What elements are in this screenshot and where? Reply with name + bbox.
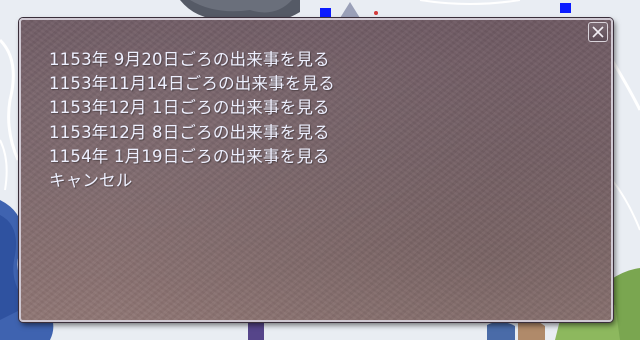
event-option-list: 1153年 9月20日ごろの出来事を見る 1153年11月14日ごろの出来事を見… — [49, 48, 335, 193]
event-option-1153-09-20[interactable]: 1153年 9月20日ごろの出来事を見る — [49, 48, 335, 72]
event-option-1153-12-01[interactable]: 1153年12月 1日ごろの出来事を見る — [49, 96, 335, 120]
close-icon — [592, 26, 604, 38]
event-option-1154-01-19[interactable]: 1154年 1月19日ごろの出来事を見る — [49, 145, 335, 169]
event-option-1153-12-08[interactable]: 1153年12月 8日ごろの出来事を見る — [49, 121, 335, 145]
close-button[interactable] — [588, 22, 608, 42]
event-option-1153-11-14[interactable]: 1153年11月14日ごろの出来事を見る — [49, 72, 335, 96]
event-selection-dialog: 1153年 9月20日ごろの出来事を見る 1153年11月14日ごろの出来事を見… — [19, 18, 613, 322]
cancel-option[interactable]: キャンセル — [49, 169, 335, 193]
